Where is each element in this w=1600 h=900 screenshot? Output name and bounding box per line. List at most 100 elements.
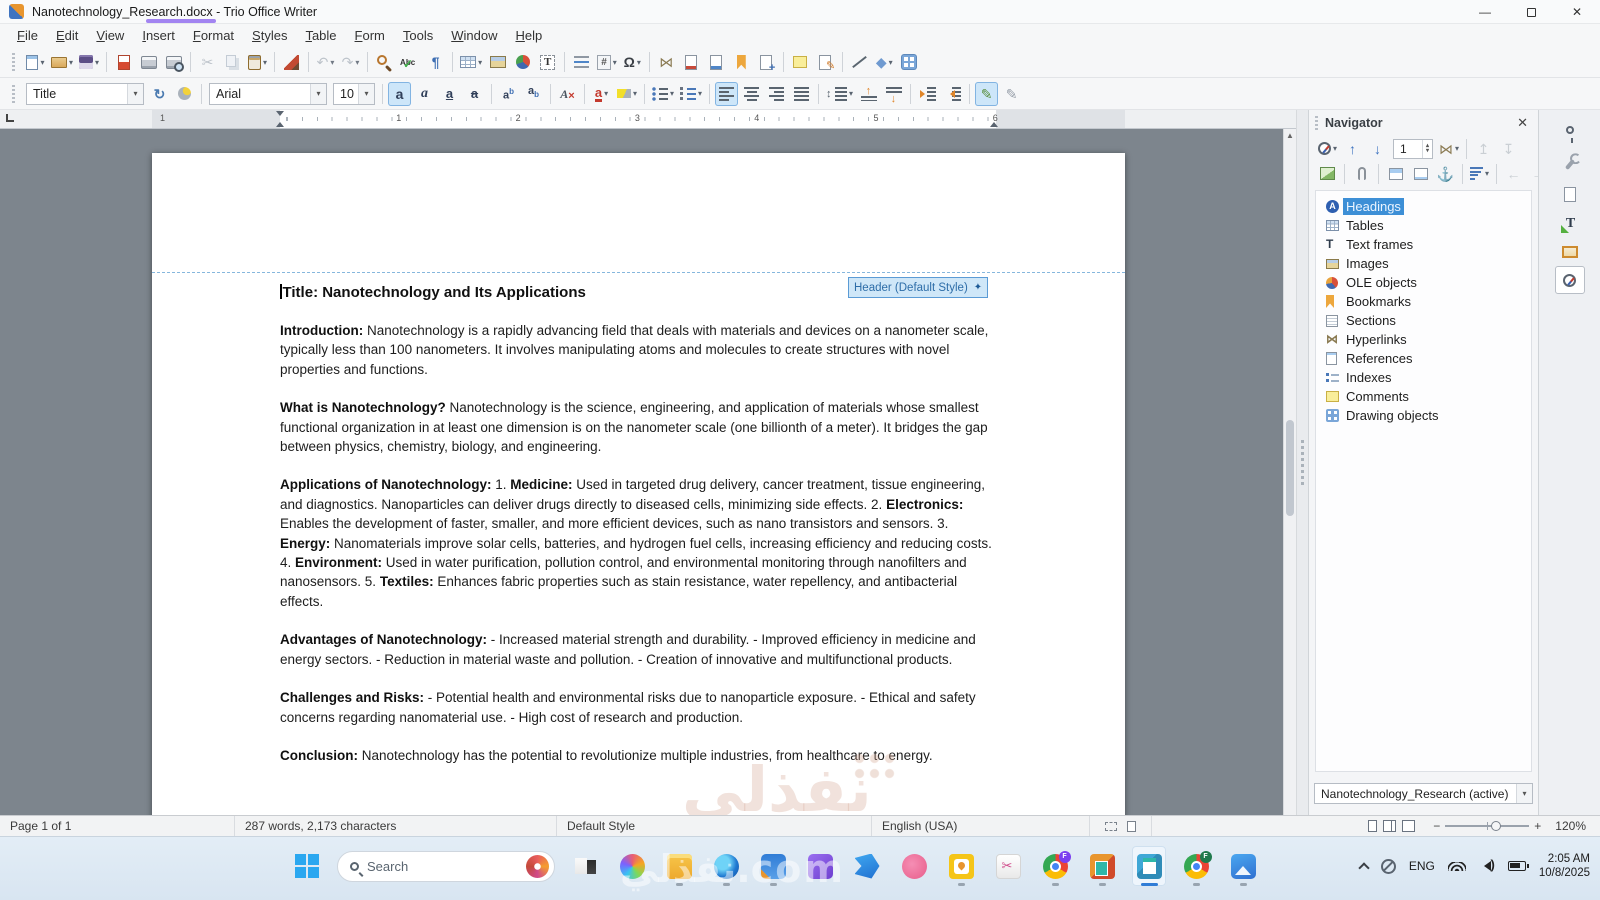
spelling-button[interactable]: Abc ✓ (398, 50, 422, 74)
insert-hyperlink-button[interactable]: ⋈ (655, 50, 678, 74)
chevron-down-icon[interactable]: ▾ (1333, 144, 1337, 153)
sidebar-tab-gallery[interactable] (1555, 238, 1585, 266)
anchor-text-button[interactable]: ⚓ (1434, 162, 1457, 186)
strikethrough-button[interactable]: a (463, 82, 486, 106)
notes-app-button[interactable] (944, 846, 978, 886)
insert-chart-button[interactable] (511, 50, 534, 74)
chevron-down-icon[interactable]: ▾ (478, 58, 482, 67)
clone-formatting-button[interactable] (280, 50, 303, 74)
photos-app-button[interactable] (1226, 846, 1260, 886)
line-spacing-button[interactable]: ▾ (824, 82, 855, 106)
bold-button[interactable]: a (388, 81, 411, 106)
book-view-icon[interactable] (1402, 820, 1416, 832)
chrome-profile-2-button[interactable] (1179, 846, 1213, 886)
font-size-combo[interactable]: 10 ▾ (333, 82, 375, 105)
scrollbar-thumb[interactable] (1286, 420, 1294, 516)
chevron-down-icon[interactable]: ▾ (310, 83, 326, 104)
document-page[interactable]: Header (Default Style) ✦ Title: Nanotech… (152, 153, 1125, 815)
page-style-status[interactable]: Default Style (557, 816, 872, 836)
navigator-close-icon[interactable]: ✕ (1513, 115, 1532, 131)
basic-shapes-button[interactable]: ◆ ▾ (873, 50, 896, 74)
sidebar-tab-sidebar-settings[interactable] (1555, 116, 1585, 144)
save-button[interactable]: ▾ (77, 50, 101, 74)
menu-format[interactable]: Format (184, 26, 243, 45)
insert-text-box-button[interactable]: T (536, 50, 559, 74)
chevron-down-icon[interactable]: ▾ (127, 83, 143, 104)
chrome-profile-1-button[interactable] (1038, 846, 1072, 886)
chevron-down-icon[interactable]: ▾ (355, 58, 359, 67)
show-footer-button[interactable] (1409, 162, 1432, 186)
page-number-spinner[interactable]: 1 ▴ ▾ (1393, 138, 1434, 159)
unordered-list-button[interactable]: ▾ (650, 82, 676, 106)
navigator-item-images[interactable]: Images (1318, 254, 1529, 273)
document-paragraph[interactable]: What is Nanotechnology? Nanotechnology i… (280, 398, 996, 456)
navigator-item-indexes[interactable]: Indexes (1318, 368, 1529, 387)
track-changes-button[interactable] (814, 50, 837, 74)
paragraph-style-combo[interactable]: Title ▾ (26, 82, 144, 105)
document-paragraph[interactable]: Advantages of Nanotechnology: - Increase… (280, 630, 996, 669)
start-button[interactable] (290, 846, 324, 886)
document-text[interactable]: Title: Nanotechnology and Its Applicatio… (280, 153, 996, 765)
chevron-down-icon[interactable]: ▾ (40, 58, 44, 67)
navigator-item-tables[interactable]: Tables (1318, 216, 1529, 235)
chevron-down-icon[interactable]: ▾ (849, 89, 853, 98)
menu-help[interactable]: Help (506, 26, 551, 45)
navigator-grip[interactable] (1315, 116, 1318, 130)
document-paragraph[interactable]: Title: Nanotechnology and Its Applicatio… (280, 283, 996, 302)
formatting-marks-button[interactable]: ¶ (424, 50, 447, 74)
chevron-down-icon[interactable]: ▾ (358, 83, 374, 104)
insert-table-button[interactable]: ▾ (458, 50, 484, 74)
underline-button[interactable]: a (438, 82, 461, 106)
menu-edit[interactable]: Edit (47, 26, 87, 45)
insert-image-button[interactable] (486, 50, 509, 74)
zoom-track[interactable] (1445, 821, 1530, 831)
sidebar-tab-properties[interactable] (1555, 148, 1585, 176)
new-style-button[interactable] (173, 82, 196, 106)
wifi-icon[interactable] (1447, 861, 1466, 871)
horizontal-ruler[interactable]: 1 1 2 3 4 5 6 (152, 110, 1125, 128)
font-color-button[interactable]: a ▾ (590, 82, 613, 106)
input-language[interactable]: ENG (1409, 859, 1435, 873)
align-left-button[interactable] (715, 81, 739, 106)
direct-cursor-button[interactable]: ✎ (1000, 82, 1023, 106)
multi-page-view-icon[interactable] (1383, 820, 1393, 832)
menu-form[interactable]: Form (346, 26, 394, 45)
insert-page-break-button[interactable] (570, 50, 593, 74)
office-app-button[interactable] (1085, 846, 1119, 886)
chevron-down-icon[interactable]: ▾ (698, 89, 702, 98)
whiteboard-app-button[interactable] (803, 846, 837, 886)
zoom-out-icon[interactable]: − (1433, 819, 1440, 833)
decrease-paragraph-spacing-button[interactable] (882, 82, 905, 106)
subscript-button[interactable]: ab (522, 82, 545, 106)
volume-icon[interactable] (1479, 857, 1495, 872)
mail-app-button[interactable] (756, 846, 790, 886)
task-view-button[interactable] (568, 846, 602, 886)
highlight-color-button[interactable]: ▾ (615, 82, 639, 106)
increase-paragraph-spacing-button[interactable] (857, 82, 880, 106)
language-status[interactable]: English (USA) (872, 816, 1090, 836)
chevron-down-icon[interactable]: ▾ (1485, 169, 1489, 178)
chevron-down-icon[interactable]: ▾ (95, 58, 99, 67)
snipping-tool-button[interactable] (991, 846, 1025, 886)
superscript-button[interactable]: ab (497, 82, 520, 106)
content-navigation-view-button[interactable] (1316, 162, 1339, 186)
do-not-disturb-icon[interactable] (1380, 858, 1396, 874)
ordered-list-button[interactable]: ▾ (678, 82, 704, 106)
menu-view[interactable]: View (87, 26, 133, 45)
insert-bookmark-button[interactable] (730, 50, 753, 74)
heading-levels-button[interactable]: ▾ (1468, 162, 1491, 186)
align-right-button[interactable] (765, 82, 788, 106)
menu-table[interactable]: Table (296, 26, 345, 45)
chevron-down-icon[interactable]: ▾ (1455, 144, 1459, 153)
clock[interactable]: 2:05 AM 10/8/2025 (1539, 852, 1590, 880)
next-page-button[interactable]: ↓ (1366, 137, 1389, 161)
document-paragraph[interactable]: Introduction: Nanotechnology is a rapidl… (280, 321, 996, 379)
taskbar-search[interactable]: Search (337, 850, 555, 882)
tray-chevron-icon[interactable] (1358, 861, 1370, 874)
insert-comment-button[interactable] (789, 50, 812, 74)
browser-button[interactable] (709, 846, 743, 886)
previous-page-button[interactable]: ↑ (1341, 137, 1364, 161)
increase-indent-button[interactable] (916, 82, 939, 106)
insert-field-button[interactable]: # ▾ (595, 50, 619, 74)
font-name-combo[interactable]: Arial ▾ (209, 82, 327, 105)
